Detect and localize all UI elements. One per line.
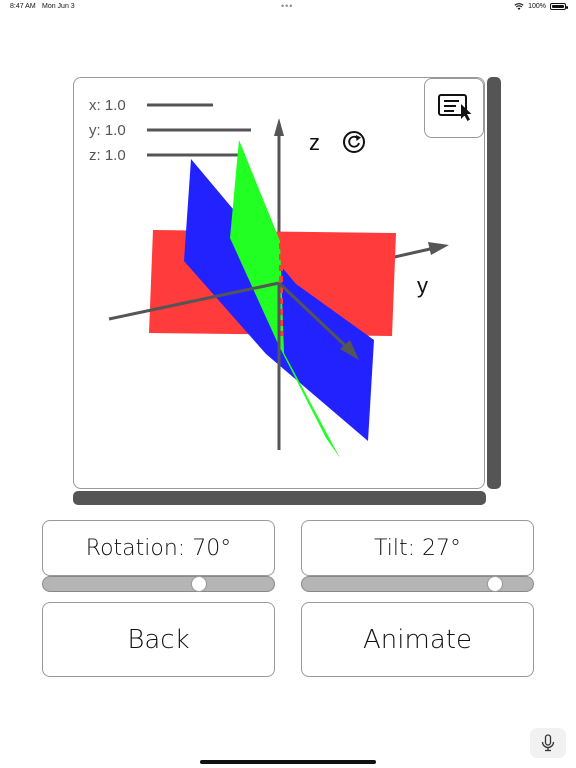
rotation-slider[interactable] [42,576,275,592]
status-date: Mon Jun 3 [42,3,75,10]
back-label: Back [127,624,190,655]
animate-label: Animate [363,624,472,655]
legend-label-y: y: 1.0 [89,122,126,139]
plot-svg: x: 1.0 y: 1.0 z: 1.0 z y [89,97,449,458]
microphone-icon [541,734,555,752]
wifi-icon [514,3,524,10]
select-cursor-icon [438,94,472,121]
vertical-scrollbar[interactable] [487,77,501,489]
status-bar: 8:47 AM Mon Jun 3 ••• 100% [0,0,576,16]
rotation-button[interactable]: Rotation: 70° [42,520,275,576]
y-axis-arrow [428,242,449,255]
legend-label-z: z: 1.0 [89,147,126,164]
legend-label-x: x: 1.0 [89,97,126,114]
status-right: 100% [514,3,568,10]
status-time: 8:47 AM [10,3,36,10]
back-button[interactable]: Back [42,602,275,677]
select-mode-button[interactable] [424,78,484,138]
battery-percent: 100% [528,3,546,10]
home-indicator[interactable] [200,760,376,764]
multitasking-dots[interactable]: ••• [281,1,293,11]
rotate-reset-icon[interactable] [343,131,365,153]
rotation-slider-thumb[interactable] [191,576,208,592]
axis-label-y: y [417,273,428,298]
tilt-slider-thumb[interactable] [486,576,503,592]
horizontal-scrollbar[interactable] [73,491,486,505]
axis-label-z: z [309,130,320,155]
tilt-label: Tilt: 27° [373,535,461,561]
animate-button[interactable]: Animate [301,602,534,677]
battery-icon [550,3,568,10]
z-axis-arrow [274,118,284,136]
plot-canvas[interactable]: x: 1.0 y: 1.0 z: 1.0 z y [73,77,485,489]
tilt-button[interactable]: Tilt: 27° [301,520,534,576]
tilt-slider[interactable] [301,576,534,592]
rotation-label: Rotation: 70° [85,535,232,561]
dictation-button[interactable] [530,728,566,758]
